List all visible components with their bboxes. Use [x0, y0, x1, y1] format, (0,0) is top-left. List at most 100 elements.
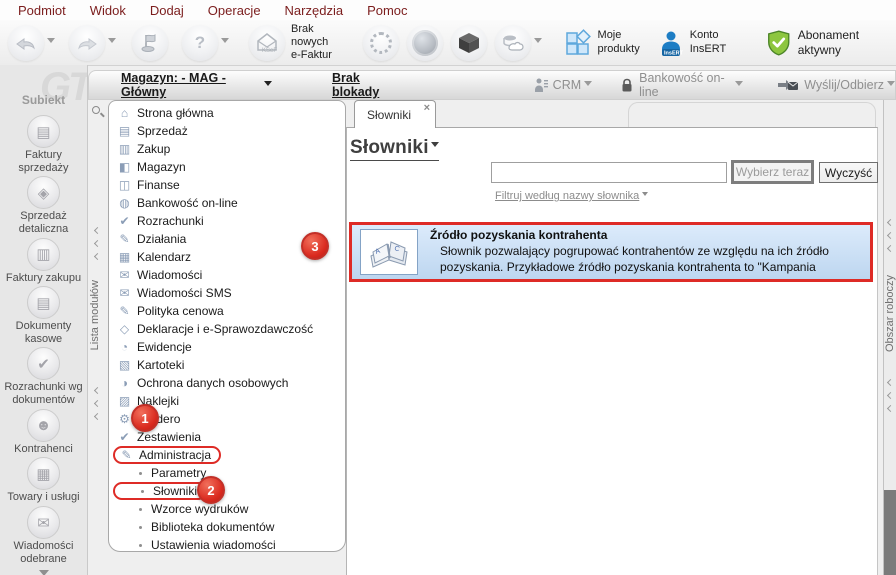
sidebar-shortcut[interactable]: ▦ Towary i usługi	[1, 457, 87, 504]
wyczysc-button[interactable]: Wyczyść	[819, 162, 878, 183]
flag-button[interactable]	[132, 24, 168, 61]
sidebar-more-icon[interactable]	[38, 570, 49, 575]
bankowosc-button[interactable]: Bankowość on-line	[620, 71, 744, 99]
filter-link[interactable]: Filtruj według nazwy słownika	[495, 190, 649, 202]
declarations-icon: ◇	[119, 322, 130, 336]
sidebar-shortcut[interactable]: ▤ Dokumenty kasowe	[1, 286, 87, 345]
toolbar: ? KSeF Brak nowych e-Faktur Moje produkt…	[0, 20, 896, 66]
cube-button[interactable]	[450, 24, 487, 61]
send-receive-icon	[777, 78, 799, 93]
menu-item[interactable]: Operacje	[196, 1, 273, 20]
main-content-panel: Słowniki Wybierz teraz Wyczyść Filtruj w…	[346, 127, 878, 575]
globe-icon	[411, 29, 438, 56]
settlements-icon: ✔	[119, 214, 130, 228]
purchase-icon: ▥	[118, 142, 131, 156]
module-list-item[interactable]: ◧ Magazyn	[109, 158, 345, 176]
sync-button[interactable]	[362, 24, 399, 61]
module-list-item[interactable]: ◍ Bankowość on-line	[109, 194, 345, 212]
dictionary-item-title: Źródło pozyskania kontrahenta	[430, 228, 608, 243]
module-list-item[interactable]: ◔ Ewidencje	[109, 338, 345, 356]
subscription-shield-icon	[768, 29, 790, 56]
retail-sales-icon: ◈	[37, 184, 50, 202]
workspace-chevrons-bottom	[886, 378, 895, 413]
module-list-item[interactable]: ▥ Zakup	[109, 140, 345, 158]
cloud-caret-icon[interactable]	[533, 38, 542, 47]
help-button[interactable]: ?	[182, 24, 218, 61]
banking-icon: ◍	[119, 196, 130, 210]
workspace-strip-label: Obszar roboczy	[884, 275, 896, 353]
purchase-invoices-icon: ▥	[36, 246, 51, 264]
module-list-item[interactable]: ✔ Rozrachunki	[109, 212, 345, 230]
module-list-item[interactable]: Wzorce wydruków	[109, 500, 345, 518]
bank-caret-icon	[735, 80, 744, 90]
forward-caret-icon[interactable]	[108, 38, 116, 47]
brak-blokady-link[interactable]: Brak blokady	[332, 71, 404, 99]
workspace-chevrons-top	[886, 218, 895, 253]
sidebar-shortcut[interactable]: ◈ Sprzedaż detaliczna	[1, 176, 87, 235]
module-list-item[interactable]: ✉ Wiadomości	[109, 266, 345, 284]
konto-insert-button[interactable]: InsERT Konto InsERT	[658, 29, 726, 57]
sidebar-shortcut[interactable]: ✉ Wiadomości odebrane	[1, 506, 87, 565]
wyslij-odbierz-button[interactable]: Wyślij/Odbierz	[777, 78, 895, 93]
module-list-item[interactable]: ✎ Polityka cenowa	[109, 302, 345, 320]
forward-button[interactable]	[69, 24, 105, 61]
dictionary-list-item[interactable]: A C Źródło pozyskania kontrahenta Słowni…	[349, 222, 873, 282]
magazyn-selector[interactable]: Magazyn: - MAG - Główny	[121, 71, 261, 99]
menu-item[interactable]: Widok	[78, 1, 138, 20]
tab-slowniki[interactable]: Słowniki ×	[354, 100, 436, 128]
efaktury-status-label: Brak nowych e-Faktur	[291, 22, 332, 62]
module-list-item[interactable]: ✉ Wiadomości SMS	[109, 284, 345, 302]
module-list-item[interactable]: ◫ Finanse	[109, 176, 345, 194]
bullet-icon	[139, 543, 142, 547]
module-list-item[interactable]: ✎ Administracja	[109, 446, 345, 464]
module-list-item[interactable]: ⚙ vendero 1	[109, 404, 345, 432]
workspace-strip[interactable]: Obszar roboczy	[883, 100, 896, 575]
module-list-item[interactable]: ▤ Sprzedaż	[109, 122, 345, 140]
abonament-button[interactable]: Abonament aktywny	[766, 28, 896, 58]
module-list-panel: ⌂ Strona główna ▤ Sprzedaż ▥ Zakup ◧ Mag…	[108, 100, 346, 552]
menu-item[interactable]: Dodaj	[138, 1, 196, 20]
sales-invoices-icon: ▤	[36, 123, 51, 141]
magazyn-caret-icon[interactable]	[264, 80, 273, 90]
warehouse-icon: ◧	[118, 160, 131, 174]
moje-produkty-label: Moje produkty	[597, 29, 640, 55]
module-list-item[interactable]: ⌂ Strona główna	[109, 104, 345, 122]
help-caret-icon[interactable]	[221, 38, 229, 47]
module-list-item[interactable]: ▧ Kartoteki	[109, 356, 345, 374]
menu-item[interactable]: Podmiot	[6, 1, 78, 20]
sidebar-shortcut[interactable]: ▥ Faktury zakupu	[1, 237, 87, 285]
module-list-item[interactable]: Ustawienia wiadomości	[109, 536, 345, 554]
sidebar-shortcut[interactable]: ☻ Kontrahenci	[1, 408, 87, 456]
back-caret-icon[interactable]	[47, 38, 55, 47]
module-list-item[interactable]: Biblioteka dokumentów	[109, 518, 345, 536]
page-title[interactable]: Słowniki	[350, 137, 439, 161]
back-button[interactable]	[8, 24, 44, 61]
search-input[interactable]	[491, 162, 727, 183]
pin-icon[interactable]	[92, 106, 100, 114]
module-strip-label: Lista modułów	[89, 280, 101, 351]
sidebar-shortcut[interactable]: ▤ Faktury sprzedaży	[1, 115, 87, 174]
sidebar-shortcut[interactable]: ✔ Rozrachunki wg dokumentów	[1, 347, 87, 406]
ksef-button[interactable]: KSeF	[249, 24, 285, 61]
cloud-services-button[interactable]	[494, 24, 531, 61]
module-list-strip: Lista modułów	[88, 100, 108, 552]
module-list-item[interactable]: Parametry	[109, 464, 345, 482]
close-icon[interactable]: ×	[424, 102, 430, 114]
module-list-item[interactable]: ◑ Ochrona danych osobowych	[109, 374, 345, 392]
filter-caret-icon	[642, 192, 649, 199]
crm-button[interactable]: CRM	[534, 77, 593, 93]
wybierz-teraz-button[interactable]: Wybierz teraz	[731, 160, 814, 184]
module-list-item[interactable]: Słowniki 2	[109, 476, 345, 504]
lock-icon	[620, 78, 634, 93]
home-icon: ⌂	[120, 106, 129, 120]
menu-item[interactable]: Narzędzia	[273, 1, 356, 20]
flag-icon	[141, 33, 156, 52]
module-list-item[interactable]: ◇ Deklaracje i e-Sprawozdawczość	[109, 320, 345, 338]
globe-button[interactable]	[406, 24, 443, 61]
labels-icon: ▨	[118, 394, 131, 408]
moje-produkty-button[interactable]: Moje produkty	[564, 28, 640, 57]
collapse-chevrons-bottom[interactable]	[93, 386, 102, 421]
menu-item[interactable]: Pomoc	[355, 1, 419, 20]
tab-strip: Słowniki ×	[346, 100, 878, 128]
collapse-chevrons-top[interactable]	[93, 226, 102, 261]
